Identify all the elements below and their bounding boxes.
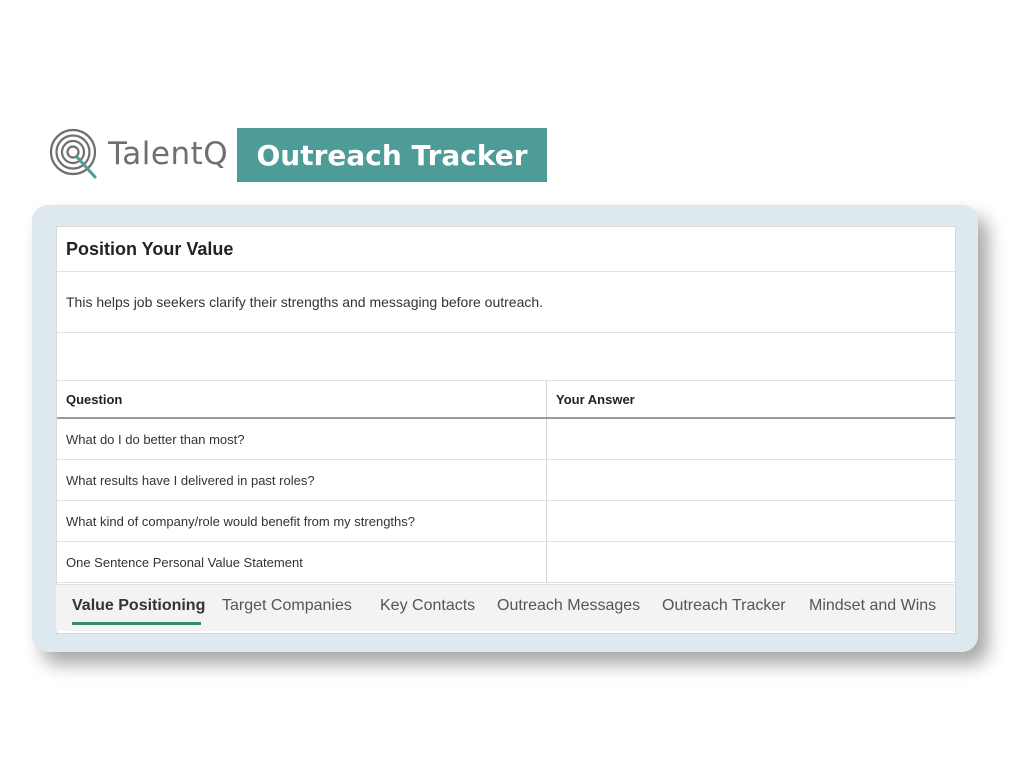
tab-outreach-messages[interactable]: Outreach Messages — [497, 597, 640, 615]
answer-cell[interactable] — [547, 542, 955, 582]
description-row: This helps job seekers clarify their str… — [57, 272, 955, 333]
tab-outreach-tracker[interactable]: Outreach Tracker — [662, 597, 786, 615]
tab-key-contacts[interactable]: Key Contacts — [380, 597, 475, 615]
brand-logo: TalentQ — [48, 126, 228, 182]
question-cell[interactable]: One Sentence Personal Value Statement — [57, 542, 547, 582]
maze-logo-icon — [49, 128, 97, 179]
question-cell[interactable]: What results have I delivered in past ro… — [57, 460, 547, 500]
blank-row[interactable] — [57, 333, 955, 381]
question-cell[interactable]: What do I do better than most? — [57, 419, 547, 459]
question-cell[interactable]: What kind of company/role would benefit … — [57, 501, 547, 541]
sheet-heading: Position Your Value — [66, 239, 234, 259]
column-header-question: Question — [57, 381, 547, 417]
title-row: Position Your Value — [57, 227, 955, 272]
answer-cell[interactable] — [547, 460, 955, 500]
tab-mindset-and-wins[interactable]: Mindset and Wins — [809, 597, 936, 615]
brand-name: TalentQ — [108, 136, 229, 172]
sheet-tab-bar: Value Positioning Target Companies Key C… — [56, 584, 954, 631]
sheet-description: This helps job seekers clarify their str… — [66, 294, 544, 310]
column-header-answer: Your Answer — [556, 391, 635, 407]
answer-cell[interactable] — [547, 501, 955, 541]
tab-value-positioning[interactable]: Value Positioning — [72, 597, 205, 615]
tab-target-companies[interactable]: Target Companies — [222, 597, 352, 615]
table-row: What results have I delivered in past ro… — [57, 460, 955, 501]
table-header: Question Your Answer — [57, 381, 955, 419]
answer-cell[interactable] — [547, 419, 955, 459]
table-row: One Sentence Personal Value Statement — [57, 542, 955, 583]
table-row: What kind of company/role would benefit … — [57, 501, 955, 542]
spreadsheet: Position Your Value This helps job seeke… — [56, 226, 956, 634]
page-title-banner: Outreach Tracker — [237, 128, 547, 182]
active-tab-indicator — [72, 622, 201, 625]
table-row: What do I do better than most? — [57, 419, 955, 460]
